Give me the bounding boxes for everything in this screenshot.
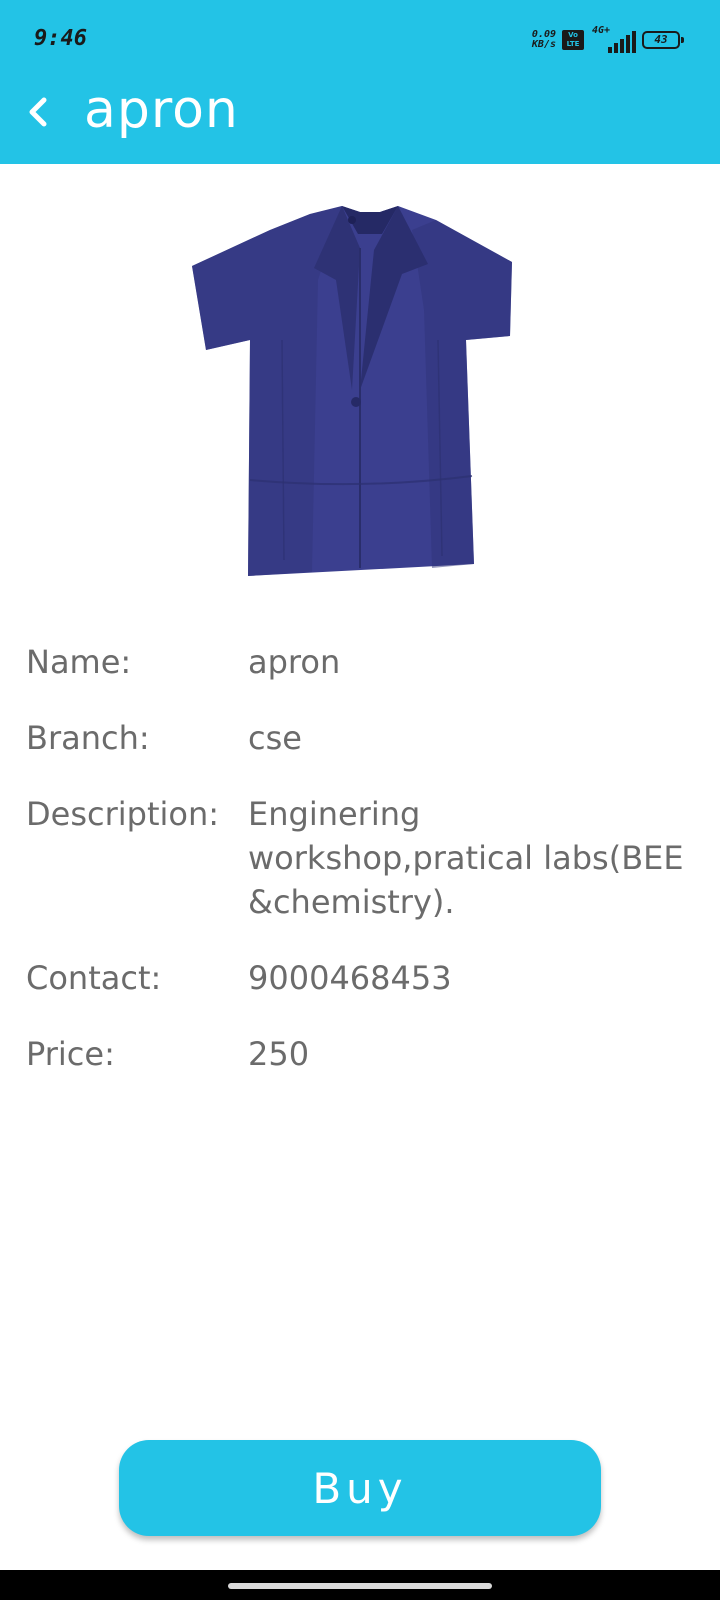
- battery-icon: 43: [642, 31, 684, 49]
- signal-icon: 4G+: [590, 25, 636, 53]
- detail-row-price: Price: 250: [26, 1032, 696, 1076]
- name-label: Name:: [26, 643, 132, 681]
- description-label: Description:: [26, 795, 220, 833]
- detail-row-branch: Branch: cse: [26, 716, 696, 760]
- app-header: 9:46 0.09 KB/s Vo LTE 4G+ 43 apron: [0, 0, 720, 164]
- status-time: 9:46: [34, 26, 87, 51]
- branch-value: cse: [248, 719, 302, 757]
- battery-level: 43: [654, 33, 668, 46]
- price-label: Price:: [26, 1035, 115, 1073]
- network-speed: 0.09 KB/s: [532, 30, 556, 50]
- page-title: apron: [84, 80, 239, 140]
- contact-value: 9000468453: [248, 959, 452, 997]
- apron-image: [192, 206, 512, 576]
- signal-bars: [608, 31, 636, 53]
- name-value: apron: [248, 643, 341, 681]
- detail-row-description: Description: Enginering workshop,pratica…: [26, 792, 696, 924]
- back-button[interactable]: [18, 86, 58, 138]
- volte-bottom-text: LTE: [566, 40, 580, 48]
- detail-row-name: Name: apron: [26, 640, 696, 684]
- product-detail-screen: 9:46 0.09 KB/s Vo LTE 4G+ 43 apron Name:…: [0, 0, 720, 1600]
- chevron-left-icon: [29, 97, 47, 127]
- branch-label: Branch:: [26, 719, 150, 757]
- volte-top-text: Vo: [568, 31, 578, 39]
- product-details: Name: apron Branch: cse Description: Eng…: [26, 640, 696, 1108]
- description-value: Enginering workshop,pratical labs(BEE &c…: [248, 795, 684, 921]
- contact-label: Contact:: [26, 959, 162, 997]
- system-nav-bar: [0, 1570, 720, 1600]
- price-value: 250: [248, 1035, 310, 1073]
- home-indicator[interactable]: [228, 1583, 492, 1589]
- volte-icon: Vo LTE: [562, 30, 584, 50]
- network-speed-unit: KB/s: [531, 39, 556, 50]
- detail-row-contact: Contact: 9000468453: [26, 956, 696, 1000]
- status-icons: 0.09 KB/s Vo LTE 4G+ 43: [532, 25, 684, 54]
- product-image[interactable]: [192, 190, 530, 610]
- buy-button[interactable]: Buy: [119, 1440, 601, 1536]
